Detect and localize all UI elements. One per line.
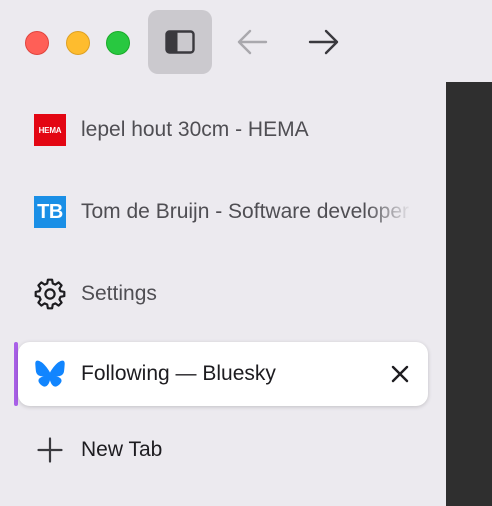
arrow-left-icon bbox=[237, 29, 268, 55]
window-minimize-button[interactable] bbox=[66, 31, 90, 55]
bluesky-butterfly-icon bbox=[34, 358, 66, 390]
close-icon bbox=[391, 365, 409, 383]
forward-button[interactable] bbox=[306, 26, 342, 58]
arrow-right-icon bbox=[308, 29, 339, 55]
back-button[interactable] bbox=[234, 26, 270, 58]
window-maximize-button[interactable] bbox=[106, 31, 130, 55]
tab-label: Settings bbox=[81, 282, 157, 305]
hema-favicon: HEMA bbox=[34, 114, 66, 146]
window-close-button[interactable] bbox=[25, 31, 49, 55]
plus-icon bbox=[34, 434, 66, 466]
sidebar-toggle-button[interactable] bbox=[148, 10, 212, 74]
tab-settings[interactable]: Settings bbox=[18, 262, 428, 326]
sidebar-icon bbox=[165, 30, 195, 54]
new-tab-label: New Tab bbox=[81, 438, 163, 461]
tab-label: lepel hout 30cm - HEMA bbox=[81, 118, 309, 141]
web-content-area[interactable] bbox=[446, 82, 492, 506]
gear-icon bbox=[34, 278, 66, 310]
tab-tom-de-bruijn[interactable]: TB Tom de Bruijn - Software developer bbox=[18, 180, 428, 244]
tab-bluesky[interactable]: Following — Bluesky bbox=[18, 342, 428, 406]
tab-label: Following — Bluesky bbox=[81, 362, 276, 385]
sidebar: HEMA lepel hout 30cm - HEMA TB Tom de Br… bbox=[0, 0, 446, 506]
tab-hema[interactable]: HEMA lepel hout 30cm - HEMA bbox=[18, 98, 428, 162]
tb-favicon: TB bbox=[34, 196, 66, 228]
new-tab-button[interactable]: New Tab bbox=[18, 418, 428, 482]
close-tab-button[interactable] bbox=[386, 360, 414, 388]
toolbar-gap bbox=[446, 0, 492, 82]
tab-label: Tom de Bruijn - Software developer bbox=[81, 200, 409, 223]
